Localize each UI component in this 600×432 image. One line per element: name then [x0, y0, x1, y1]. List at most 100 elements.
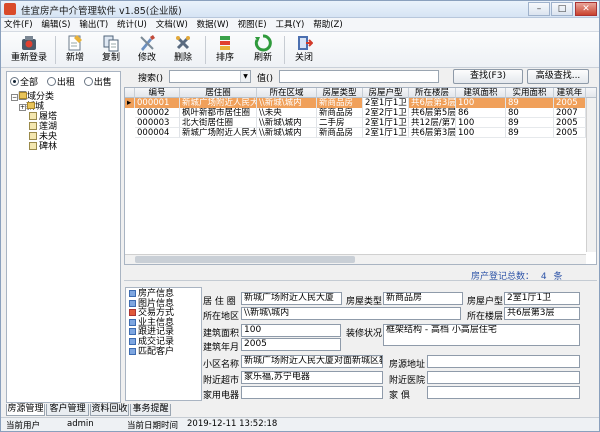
splitter[interactable]: [124, 280, 597, 281]
market-label: 附近超市: [203, 376, 240, 386]
menu-data[interactable]: 数据(W): [194, 18, 232, 32]
find-button[interactable]: 查找(F3): [453, 69, 523, 84]
expand-icon[interactable]: +: [19, 104, 26, 111]
document-icon: [129, 318, 136, 326]
tab-client-management[interactable]: 客户管理: [46, 404, 89, 416]
value-input[interactable]: [279, 70, 439, 83]
decor-field[interactable]: 框架结构 - 高档 小高层住宅: [383, 324, 580, 346]
furniture-label: 家 俱: [389, 391, 410, 401]
filter-sale-radio[interactable]: 出售: [83, 77, 112, 88]
table-row[interactable]: ▸ 000001 新城广场附近人民大 \\新城\城内 新商品房 2室1厅1卫 共…: [125, 98, 596, 108]
cell-community: 枫叶新都市居住圈: [180, 108, 257, 118]
tab-reminders[interactable]: 事务提醒: [130, 404, 171, 416]
tree-item-beilin[interactable]: 碑林: [11, 142, 57, 152]
close-button[interactable]: 关闭: [290, 34, 318, 66]
furniture-field[interactable]: [427, 386, 580, 399]
refresh-icon: [254, 34, 272, 52]
tree-item-weiyang[interactable]: 未央: [11, 132, 57, 142]
menu-edit[interactable]: 编辑(S): [38, 18, 73, 32]
left-panel: 全部 出租 出售 − 区域分类 + 新城 履塔 莲湖 未央 碑林: [6, 71, 121, 403]
col-header-layout[interactable]: 房屋户型: [363, 88, 409, 98]
floor-field[interactable]: 共6层第3层: [504, 307, 580, 320]
sort-button[interactable]: 排序: [211, 34, 239, 66]
region-label: 所在地区: [203, 312, 240, 322]
book-icon: [29, 132, 37, 140]
cell-region: \\新城\城内: [257, 128, 317, 138]
tab-property-management[interactable]: 房源管理: [6, 404, 45, 416]
book-icon: [29, 112, 37, 120]
table-row[interactable]: 000003 北大街居住圈 \\新城\城内 二手房 2室1厅1卫 共12层/第7…: [125, 118, 596, 128]
region-field[interactable]: \\新城\城内: [241, 307, 461, 320]
delete-button[interactable]: 删除: [169, 34, 197, 66]
add-button[interactable]: 新增: [61, 34, 89, 66]
menu-help[interactable]: 帮助(Z): [310, 18, 345, 32]
grid-vertical-scrollbar[interactable]: [586, 98, 596, 252]
col-header-type[interactable]: 房屋类型: [317, 88, 363, 98]
col-header-usable-area[interactable]: 实用面积: [506, 88, 554, 98]
table-row[interactable]: 000002 枫叶新都市居住圈 \\未央 新商品房 2室2厅1卫 共6层第5层 …: [125, 108, 596, 118]
cell-region: \\新城\城内: [257, 98, 317, 108]
status-time: 2019-12-11 13:52:18: [187, 419, 278, 429]
cell-layout: 2室1厅1卫: [363, 128, 409, 138]
community-name-field[interactable]: 新城广场附近人民大厦对面新城区教育: [241, 355, 383, 368]
edit-button[interactable]: 修改: [133, 34, 161, 66]
col-header-community[interactable]: 居住圈: [180, 88, 257, 98]
title-bar: 佳宜房产中介管理软件 v1.85(企业版) – □ ✕: [1, 1, 599, 18]
cell-layout: 2室1厅1卫: [363, 98, 409, 108]
community-field[interactable]: 新城广场附近人民大厦: [241, 292, 342, 305]
address-field[interactable]: [427, 355, 580, 368]
status-time-label: 当前日期时间: [127, 421, 179, 431]
table-row[interactable]: 000004 新城广场附近人民大 \\新城\城内 新商品房 2室1厅1卫 共6层…: [125, 128, 596, 138]
cell-usable-area: 89: [506, 98, 554, 108]
col-header-region[interactable]: 所在区域: [257, 88, 317, 98]
col-header-year[interactable]: 建筑年: [554, 88, 586, 98]
menu-file[interactable]: 文件(F): [1, 18, 36, 32]
menu-output[interactable]: 输出(T): [76, 18, 111, 32]
menu-view[interactable]: 视图(E): [235, 18, 270, 32]
collapse-icon[interactable]: −: [11, 94, 18, 101]
cell-floor: 共6层第3层: [409, 128, 456, 138]
grid-horizontal-scrollbar[interactable]: [125, 254, 586, 264]
toolbar: 重新登录 新增 复制 修改 删除 排序 刷新 关闭: [1, 32, 599, 68]
search-field-select[interactable]: ▼: [169, 70, 251, 83]
search-bar: 搜索() ▼ 值() 查找(F3) 高级查找...: [123, 68, 599, 86]
nav-match-clients[interactable]: 匹配客户: [126, 347, 201, 358]
col-header-area[interactable]: 建筑面积: [456, 88, 506, 98]
delete-icon: [176, 36, 190, 50]
copy-icon: [103, 35, 119, 52]
col-header-id[interactable]: 编号: [135, 88, 180, 98]
hospital-field[interactable]: [427, 371, 580, 384]
col-header-floor[interactable]: 所在楼层: [409, 88, 456, 98]
filter-rent-radio[interactable]: 出租: [46, 77, 75, 88]
menu-tools[interactable]: 工具(Y): [272, 18, 307, 32]
copy-button[interactable]: 复制: [97, 34, 125, 66]
status-user: admin: [67, 419, 94, 429]
minimize-button[interactable]: –: [528, 2, 550, 16]
tab-recycle[interactable]: 资料回收: [90, 404, 129, 416]
menu-stats[interactable]: 统计(U): [114, 18, 150, 32]
tree-item-lianhu[interactable]: 莲湖: [11, 122, 57, 132]
year-label: 建筑年月: [203, 343, 240, 353]
radio-dot: [10, 77, 19, 86]
market-field[interactable]: 家乐福,苏宁电器: [241, 371, 383, 384]
type-field[interactable]: 新商品房: [383, 292, 463, 305]
floor-label: 所在楼层: [467, 312, 504, 322]
relogin-button[interactable]: 重新登录: [9, 34, 49, 66]
close-window-button[interactable]: ✕: [575, 2, 597, 16]
tree-item-xincheng[interactable]: + 新城: [11, 102, 57, 112]
tree-item-yanta[interactable]: 履塔: [11, 112, 57, 122]
cell-usable-area: 80: [506, 108, 554, 118]
tree-root[interactable]: − 区域分类: [11, 92, 57, 102]
cell-usable-area: 89: [506, 128, 554, 138]
refresh-button[interactable]: 刷新: [249, 34, 277, 66]
advanced-find-button[interactable]: 高级查找...: [527, 69, 589, 84]
menu-docs[interactable]: 文档(W): [153, 18, 191, 32]
layout-field[interactable]: 2室1厅1卫: [504, 292, 580, 305]
year-field[interactable]: 2005: [241, 338, 341, 351]
maximize-button[interactable]: □: [551, 2, 573, 16]
appliance-field[interactable]: [241, 386, 383, 399]
filter-all-radio[interactable]: 全部: [10, 77, 38, 88]
area-field[interactable]: 100: [241, 324, 341, 337]
detail-nav: 房产信息 图片信息 交易方式 业主信息 跟进记录 成交记录 匹配客户: [125, 287, 202, 401]
scroll-thumb[interactable]: [135, 256, 355, 263]
